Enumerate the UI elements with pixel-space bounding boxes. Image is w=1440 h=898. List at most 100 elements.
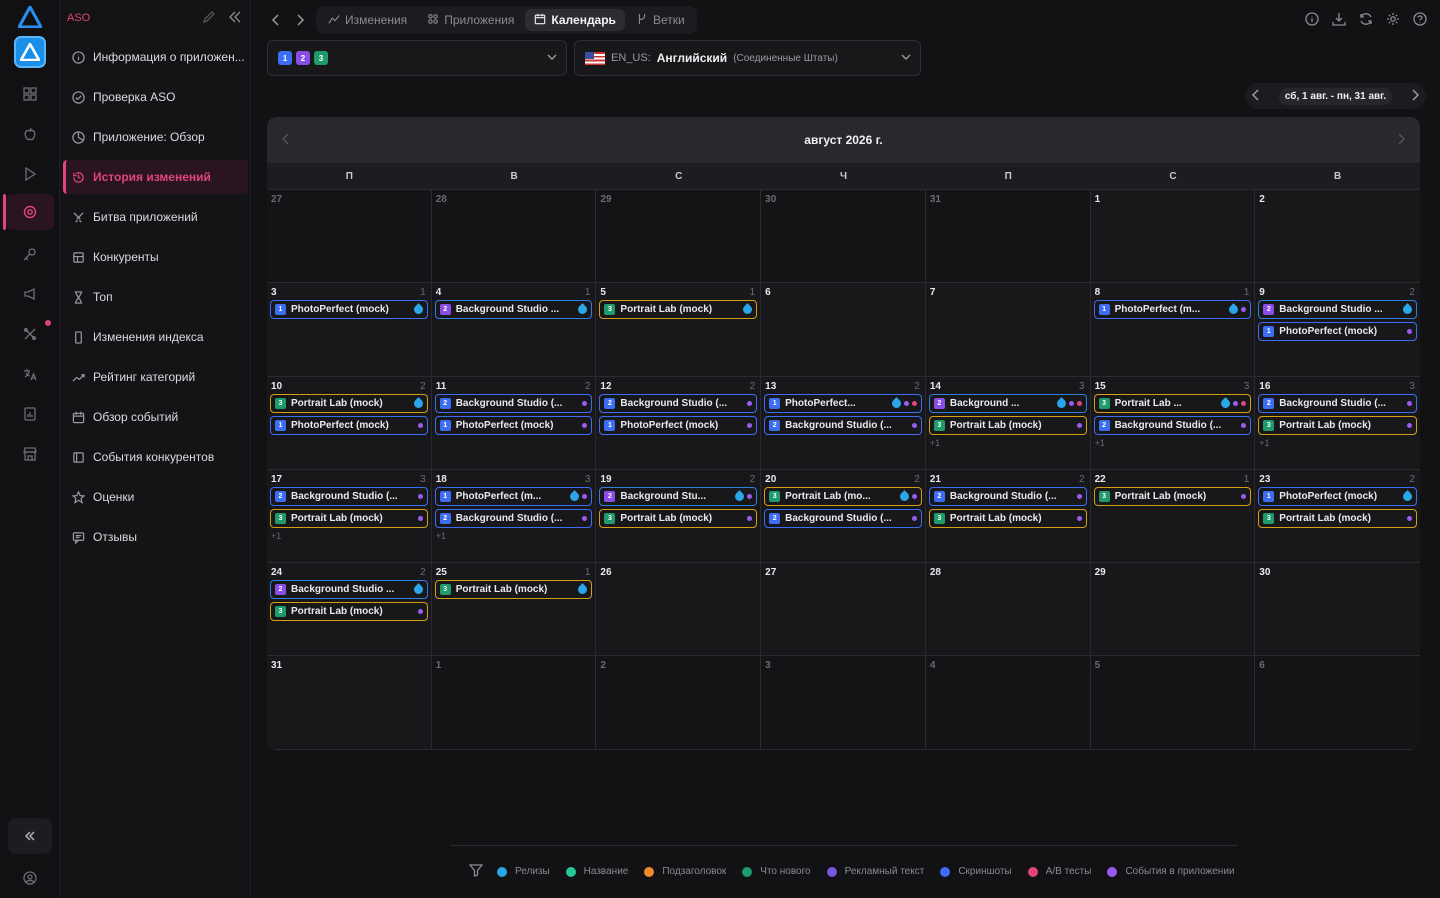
calendar-day-cell[interactable]: 22 1 3 Portrait Lab (mock) — [1090, 469, 1256, 564]
sidebar-item-5[interactable]: Конкуренты — [63, 240, 248, 274]
calendar-day-cell[interactable]: 13 2 1 PhotoPerfect... 2 Background Studio (.… — [761, 376, 926, 470]
calendar-day-cell[interactable]: 31 — [925, 190, 1091, 284]
tab-0[interactable]: Изменения — [319, 9, 416, 31]
sidebar-item-1[interactable]: Проверка ASO — [63, 80, 248, 114]
tab-2[interactable]: Календарь — [525, 9, 625, 31]
calendar-event[interactable]: 3 Portrait Lab ... — [1093, 393, 1252, 413]
calendar-event[interactable]: 2 Background Studio ... — [434, 300, 593, 320]
help-icon[interactable] — [1412, 11, 1428, 27]
calendar-day-cell[interactable]: 3 1 1 PhotoPerfect (mock) — [267, 283, 432, 377]
calendar-day-cell[interactable]: 1 — [1090, 190, 1256, 284]
calendar-day-cell[interactable]: 18 3 1 PhotoPerfect (m... 2 Background Studio… — [431, 469, 597, 564]
app-selector[interactable]: 1 2 3 — [267, 40, 567, 76]
calendar-day-cell[interactable]: 4 — [925, 656, 1091, 750]
calendar-event[interactable]: 1 PhotoPerfect (m... — [1093, 300, 1252, 320]
calendar-day-cell[interactable]: 5 — [1090, 656, 1256, 750]
more-events-link[interactable]: +1 — [929, 438, 1087, 448]
calendar-event[interactable]: 2 Background Stu... — [599, 486, 758, 506]
calendar-event[interactable]: 3 Portrait Lab (mo... — [764, 486, 922, 506]
sidebar-item-2[interactable]: Приложение: Обзор — [63, 120, 248, 154]
calendar-event[interactable]: 1 PhotoPerfect (mock) — [434, 415, 593, 435]
legend-item[interactable]: A/B тесты — [1027, 866, 1091, 877]
calendar-day-cell[interactable]: 5 1 3 Portrait Lab (mock) — [596, 283, 762, 377]
calendar-event[interactable]: 3 Portrait Lab (mock) — [1258, 508, 1417, 528]
calendar-event[interactable]: 1 PhotoPerfect (mock) — [1258, 322, 1417, 342]
legend-item[interactable]: Релизы — [497, 866, 550, 877]
more-events-link[interactable]: +1 — [435, 531, 593, 541]
calendar-day-cell[interactable]: 8 1 1 PhotoPerfect (m... — [1090, 283, 1256, 377]
sidebar-item-3[interactable]: История изменений — [63, 160, 248, 194]
calendar-event[interactable]: 3 Portrait Lab (mock) — [1093, 486, 1252, 506]
aso-target-icon[interactable] — [20, 202, 40, 222]
sidebar-item-9[interactable]: Обзор событий — [63, 400, 248, 434]
settings-gear-icon[interactable] — [1385, 11, 1401, 27]
calendar-event[interactable]: 2 Background Studio (... — [434, 508, 593, 528]
report-icon[interactable] — [20, 404, 40, 424]
prev-month-button[interactable] — [281, 133, 291, 148]
legend-item[interactable]: Подзаголовок — [644, 866, 726, 877]
more-events-link[interactable]: +1 — [1258, 438, 1417, 448]
calendar-day-cell[interactable]: 19 2 2 Background Stu... 3 Portrait Lab (mock… — [596, 469, 762, 564]
calendar-event[interactable]: 2 Background Studio (... — [764, 415, 922, 435]
user-profile-icon[interactable] — [20, 868, 40, 888]
calendar-day-cell[interactable]: 24 2 2 Background Studio ... 3 Portrait Lab (… — [267, 563, 432, 657]
calendar-day-cell[interactable]: 20 2 3 Portrait Lab (mo... 2 Background Studi… — [761, 469, 926, 564]
more-events-link[interactable]: +1 — [270, 531, 428, 541]
range-next-button[interactable] — [1410, 88, 1420, 104]
date-range-label[interactable]: сб, 1 авг. - пн, 31 авг. — [1278, 87, 1393, 105]
calendar-event[interactable]: 3 Portrait Lab (mock) — [599, 508, 758, 528]
calendar-event[interactable]: 3 Portrait Lab (mock) — [928, 415, 1087, 435]
calendar-day-cell[interactable]: 7 — [925, 283, 1091, 377]
calendar-event[interactable]: 3 Portrait Lab (mock) — [270, 602, 428, 622]
calendar-day-cell[interactable]: 27 — [267, 190, 432, 284]
megaphone-icon[interactable] — [20, 284, 40, 304]
sidebar-item-11[interactable]: Оценки — [63, 480, 248, 514]
calendar-day-cell[interactable]: 27 — [761, 563, 926, 657]
calendar-day-cell[interactable]: 28 — [925, 563, 1091, 657]
brand-logo-icon[interactable] — [18, 6, 42, 28]
rail-collapse-button[interactable] — [8, 818, 52, 854]
calendar-day-cell[interactable]: 6 — [1255, 656, 1420, 750]
calendar-event[interactable]: 1 PhotoPerfect (mock) — [1258, 486, 1417, 506]
app-avatar-icon[interactable] — [14, 36, 46, 68]
calendar-day-cell[interactable]: 10 2 3 Portrait Lab (mock) 1 PhotoPerfect (mo… — [267, 376, 432, 470]
calendar-event[interactable]: 1 PhotoPerfect (mock) — [599, 415, 758, 435]
calendar-day-cell[interactable]: 29 — [596, 190, 762, 284]
calendar-event[interactable]: 3 Portrait Lab (mock) — [928, 508, 1087, 528]
calendar-day-cell[interactable]: 11 2 2 Background Studio (... 1 PhotoPerfect … — [431, 376, 597, 470]
apple-icon[interactable] — [20, 124, 40, 144]
calendar-day-cell[interactable]: 30 — [761, 190, 926, 284]
calendar-event[interactable]: 3 Portrait Lab (mock) — [270, 393, 428, 413]
calendar-event[interactable]: 1 PhotoPerfect (m... — [434, 486, 593, 506]
edit-icon[interactable] — [202, 10, 216, 27]
calendar-day-cell[interactable]: 21 2 2 Background Studio (... 3 Portrait Lab … — [925, 469, 1091, 564]
calendar-day-cell[interactable]: 14 3 2 Background ... 3 Portrait Lab (mock) +1 — [925, 376, 1091, 470]
sidebar-item-7[interactable]: Изменения индекса — [63, 320, 248, 354]
calendar-day-cell[interactable]: 3 — [761, 656, 926, 750]
calendar-event[interactable]: 3 Portrait Lab (mock) — [270, 508, 428, 528]
calendar-day-cell[interactable]: 29 — [1090, 563, 1256, 657]
calendar-event[interactable]: 2 Background Studio (... — [599, 393, 758, 413]
play-store-icon[interactable] — [20, 164, 40, 184]
legend-item[interactable]: Рекламный текст — [826, 866, 924, 877]
store-icon[interactable] — [20, 444, 40, 464]
legend-item[interactable]: События в приложении — [1107, 866, 1235, 877]
calendar-event[interactable]: 2 Background Studio (... — [928, 486, 1087, 506]
legend-item[interactable]: Скриншоты — [940, 866, 1012, 877]
tools-icon[interactable] — [20, 324, 40, 344]
calendar-event[interactable]: 2 Background Studio (... — [434, 393, 593, 413]
calendar-day-cell[interactable]: 26 — [596, 563, 762, 657]
dashboard-icon[interactable] — [20, 84, 40, 104]
tab-3[interactable]: Ветки — [627, 9, 694, 31]
calendar-day-cell[interactable]: 17 3 2 Background Studio (... 3 Portrait Lab … — [267, 469, 432, 564]
calendar-event[interactable]: 2 Background Studio (... — [764, 508, 922, 528]
locale-selector[interactable]: EN_US: Английский (Соединенные Штаты) — [574, 40, 921, 76]
calendar-event[interactable]: 1 PhotoPerfect (mock) — [270, 415, 428, 435]
calendar-day-cell[interactable]: 15 3 3 Portrait Lab ... 2 Background Studio (… — [1090, 376, 1256, 470]
calendar-event[interactable]: 2 Background Studio ... — [1258, 300, 1417, 320]
legend-item[interactable]: Что нового — [742, 866, 811, 877]
calendar-event[interactable]: 2 Background Studio (... — [1258, 393, 1417, 413]
forward-button[interactable] — [288, 6, 312, 34]
sidebar-item-6[interactable]: Топ — [63, 280, 248, 314]
calendar-event[interactable]: 2 Background Studio (... — [270, 486, 428, 506]
